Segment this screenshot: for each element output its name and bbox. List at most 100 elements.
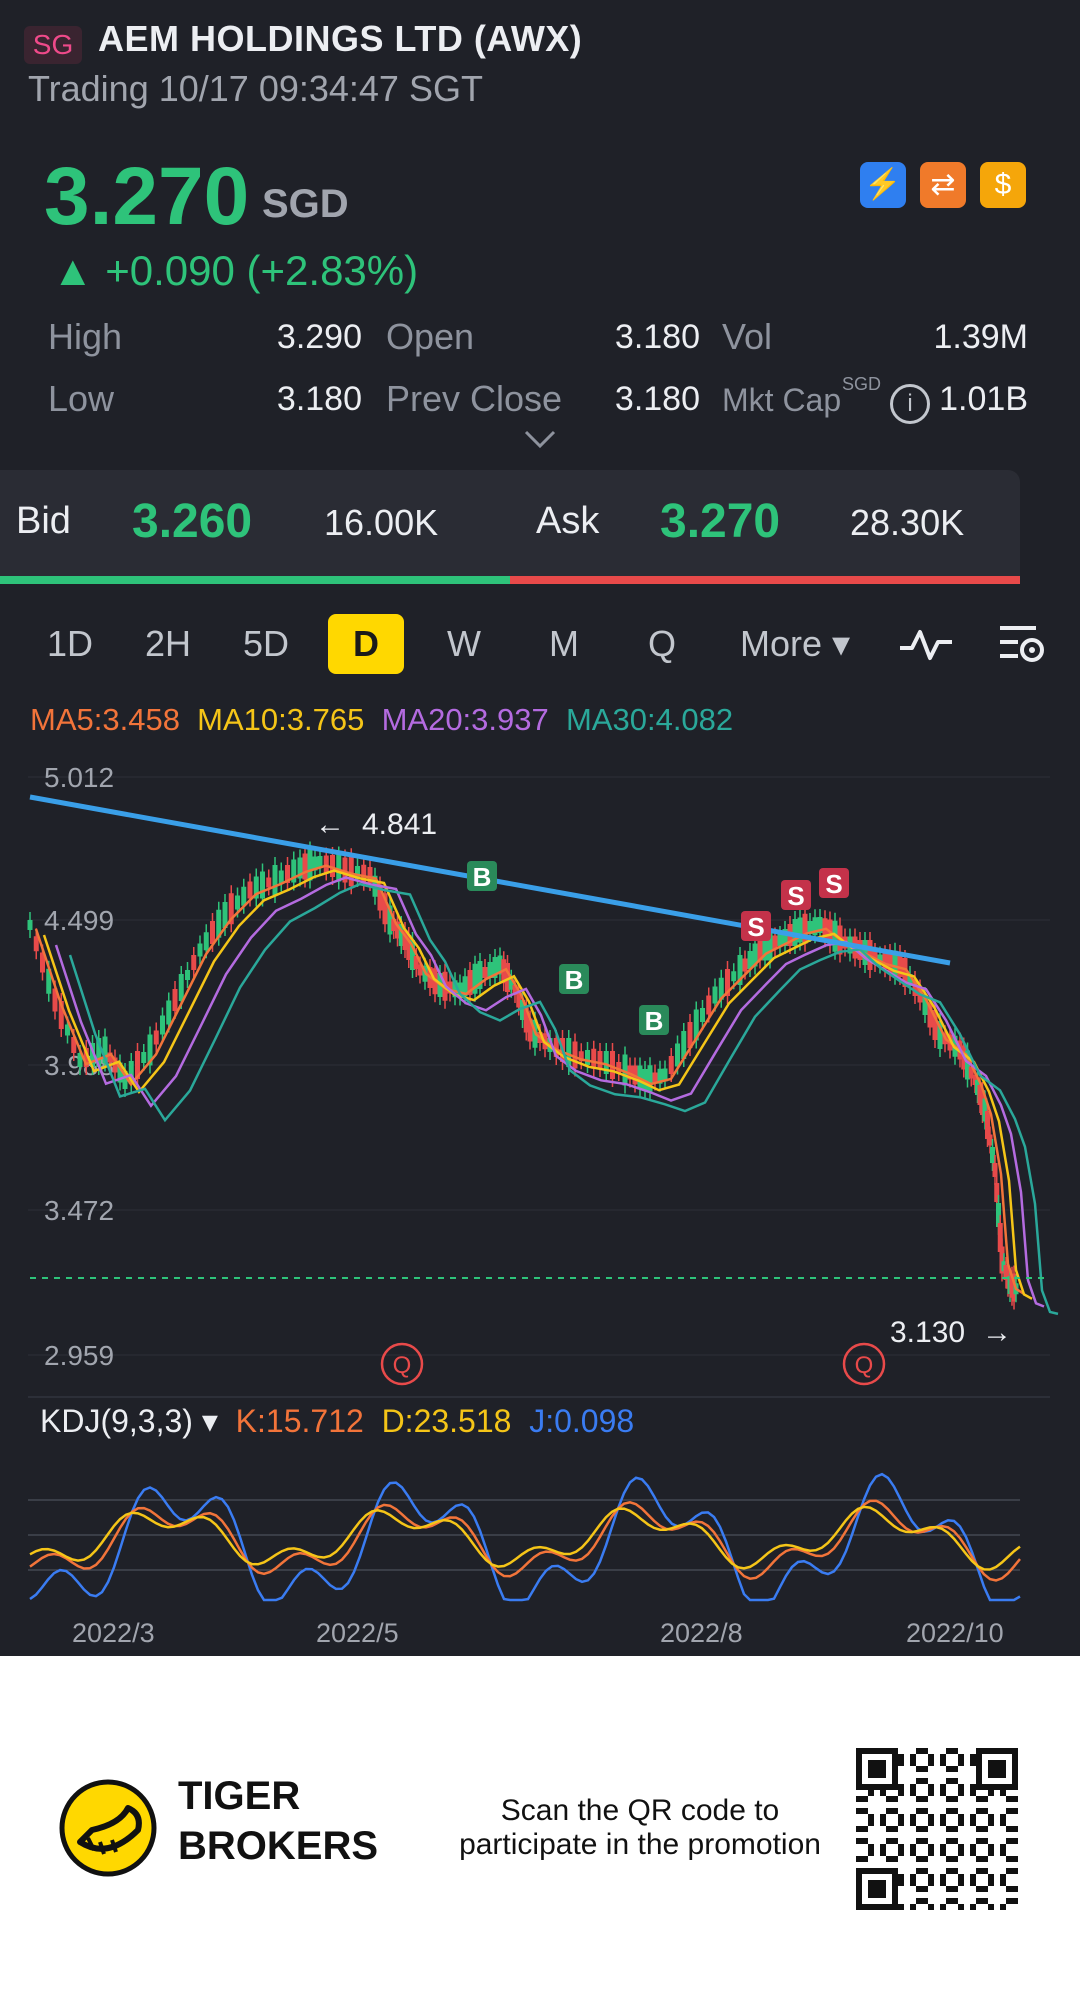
candle-body	[191, 955, 197, 970]
qr-module	[922, 1856, 928, 1862]
qr-module	[982, 1808, 988, 1814]
bid-size: 16.00K	[324, 502, 439, 543]
qr-module	[910, 1850, 916, 1856]
low-label: Low	[48, 378, 115, 419]
candle-body	[992, 1163, 998, 1177]
qr-module	[958, 1760, 964, 1766]
candle-body	[235, 895, 240, 910]
qr-module	[940, 1790, 946, 1796]
ask-label: Ask	[536, 500, 600, 542]
candle-body	[591, 1048, 597, 1069]
qr-module	[1012, 1826, 1018, 1832]
lightning-icon[interactable]: ⚡	[860, 162, 906, 208]
tab-1d[interactable]: 1D	[34, 614, 106, 674]
tab-2h[interactable]: 2H	[132, 614, 204, 674]
candle-body	[203, 932, 209, 951]
qr-module	[1012, 1796, 1018, 1802]
qr-module	[1000, 1844, 1006, 1850]
tab-more[interactable]: More ▾	[730, 614, 860, 674]
qr-module	[898, 1784, 904, 1790]
candle-body	[185, 970, 190, 980]
qr-module	[886, 1808, 892, 1814]
tab-5d[interactable]: 5D	[230, 614, 302, 674]
tab-d[interactable]: D	[328, 614, 404, 674]
last-price: 3.270	[44, 151, 250, 242]
qr-module	[958, 1820, 964, 1826]
price-change: ▲ +0.090 (+2.83%)	[52, 247, 419, 294]
qr-module	[928, 1784, 934, 1790]
qr-module	[952, 1886, 958, 1892]
qr-module	[898, 1754, 904, 1760]
candle-body	[302, 853, 308, 880]
qr-module	[970, 1754, 976, 1760]
high-value: 3.290	[276, 318, 362, 356]
qr-module	[916, 1838, 922, 1844]
info-icon[interactable]: i	[890, 384, 930, 424]
qr-module	[898, 1904, 904, 1910]
qr-module	[880, 1820, 886, 1826]
ask-price: 3.270	[660, 495, 781, 548]
low-marker-label: 3.130	[890, 1316, 965, 1349]
qr-module	[976, 1826, 982, 1832]
qr-module	[952, 1838, 958, 1844]
qr-module	[1012, 1868, 1018, 1874]
tab-q[interactable]: Q	[626, 614, 698, 674]
exchange-icon[interactable]: ⇄	[920, 162, 966, 208]
qr-module	[988, 1880, 994, 1886]
candlestick-chart[interactable]: 5.0124.4993.9883.4722.959←4.8413.130→BBB…	[0, 750, 1080, 1650]
candle-body	[585, 1050, 590, 1065]
high-marker-label: 4.841	[362, 808, 437, 841]
qr-module	[916, 1856, 922, 1862]
open-label: Open	[386, 316, 475, 357]
brand-line2: BROKERS	[178, 1824, 379, 1868]
qr-module	[898, 1820, 904, 1826]
qr-module	[988, 1790, 994, 1796]
qr-code[interactable]	[856, 1748, 1018, 1910]
qr-module	[976, 1898, 982, 1904]
qr-module	[982, 1796, 988, 1802]
qr-module	[1006, 1808, 1012, 1814]
qr-module	[916, 1766, 922, 1772]
kdj-j-line	[29, 1472, 1021, 1602]
qr-module	[922, 1766, 928, 1772]
qr-module	[940, 1880, 946, 1886]
qr-module	[946, 1886, 952, 1892]
qr-module	[892, 1826, 898, 1832]
qr-module	[970, 1874, 976, 1880]
qr-module	[940, 1754, 946, 1760]
qr-module	[940, 1844, 946, 1850]
expand-chevron-icon[interactable]	[522, 428, 558, 455]
qr-module	[952, 1748, 958, 1754]
kdj-d: D:23.518	[381, 1403, 512, 1439]
qr-module	[898, 1814, 904, 1820]
qr-module	[928, 1874, 934, 1880]
qr-module	[1000, 1874, 1006, 1880]
qr-module	[862, 1826, 868, 1832]
qr-module	[982, 1838, 988, 1844]
qr-module	[856, 1838, 862, 1844]
qr-module	[868, 1820, 874, 1826]
high-label: High	[48, 316, 123, 357]
qr-module	[886, 1796, 892, 1802]
tab-m[interactable]: M	[528, 614, 600, 674]
dollar-icon[interactable]: $	[980, 162, 1026, 208]
qr-module	[982, 1868, 988, 1874]
signal-label: S	[787, 881, 804, 911]
indicator-wave-icon[interactable]	[898, 626, 954, 667]
qr-module	[910, 1784, 916, 1790]
kdj-selector[interactable]: KDJ(9,3,3) ▾	[40, 1403, 218, 1439]
chart-settings-icon[interactable]	[996, 622, 1046, 671]
signal-label: B	[645, 1006, 664, 1036]
mkt-cap-label: Mkt Cap	[722, 382, 842, 418]
vol-label: Vol	[722, 316, 773, 357]
qr-finder-core	[868, 1880, 886, 1898]
tab-w[interactable]: W	[428, 614, 500, 674]
qr-module	[862, 1838, 868, 1844]
ma10-value: MA10:3.765	[197, 702, 365, 737]
qr-module	[970, 1850, 976, 1856]
candle-body	[210, 921, 215, 944]
ask-volume-bar	[510, 576, 1020, 584]
qr-module	[976, 1808, 982, 1814]
qr-module	[886, 1838, 892, 1844]
candle-body	[272, 865, 278, 895]
